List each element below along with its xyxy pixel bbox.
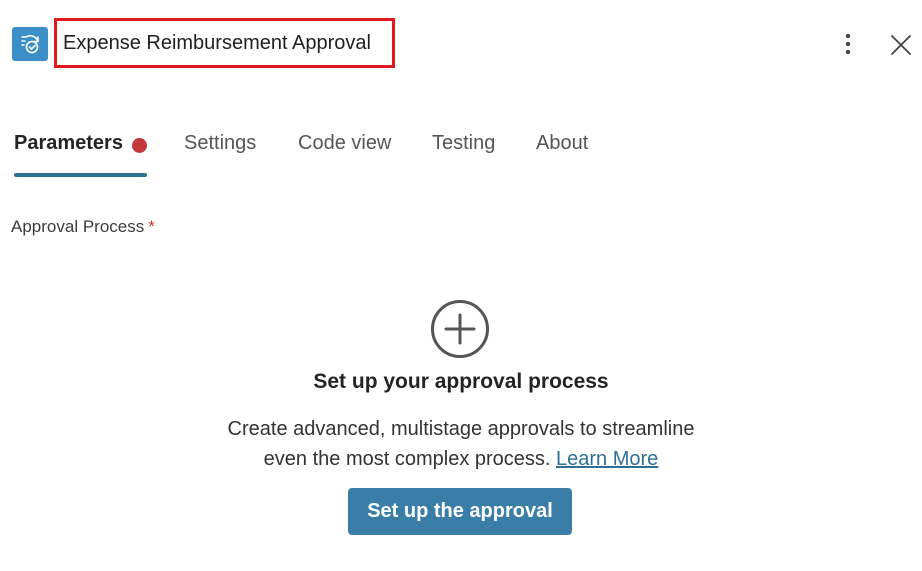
- title-highlight: Expense Reimbursement Approval: [54, 18, 395, 68]
- approval-icon: [12, 27, 48, 61]
- description-line-2: even the most complex process. Learn Mor…: [0, 444, 922, 474]
- description-line-1: Create advanced, multistage approvals to…: [227, 418, 695, 440]
- field-label-text: Approval Process: [11, 217, 145, 236]
- required-marker: *: [148, 217, 155, 236]
- tab-about[interactable]: About: [536, 132, 588, 155]
- close-icon: [891, 35, 911, 55]
- active-tab-indicator: [14, 173, 147, 177]
- tab-testing[interactable]: Testing: [432, 132, 495, 155]
- tab-parameters[interactable]: Parameters: [14, 132, 123, 155]
- error-indicator-dot: [132, 138, 147, 153]
- tab-code-view[interactable]: Code view: [298, 132, 391, 155]
- plus-circle-icon: [431, 300, 489, 358]
- empty-state-description: Create advanced, multistage approvals to…: [0, 414, 922, 474]
- approval-panel: Expense Reimbursement Approval Parameter…: [0, 0, 922, 571]
- page-title: Expense Reimbursement Approval: [63, 31, 371, 54]
- more-options-button[interactable]: [836, 30, 860, 58]
- approval-process-label: Approval Process *: [11, 217, 155, 237]
- close-button[interactable]: [887, 31, 915, 59]
- tab-settings[interactable]: Settings: [184, 132, 256, 155]
- learn-more-link[interactable]: Learn More: [556, 448, 658, 470]
- tab-bar: Parameters Settings Code view Testing Ab…: [0, 128, 922, 180]
- empty-state-title: Set up your approval process: [313, 370, 609, 393]
- description-line-2-text: even the most complex process.: [263, 448, 551, 470]
- more-vertical-icon: [845, 33, 851, 55]
- setup-approval-button[interactable]: Set up the approval: [348, 488, 572, 535]
